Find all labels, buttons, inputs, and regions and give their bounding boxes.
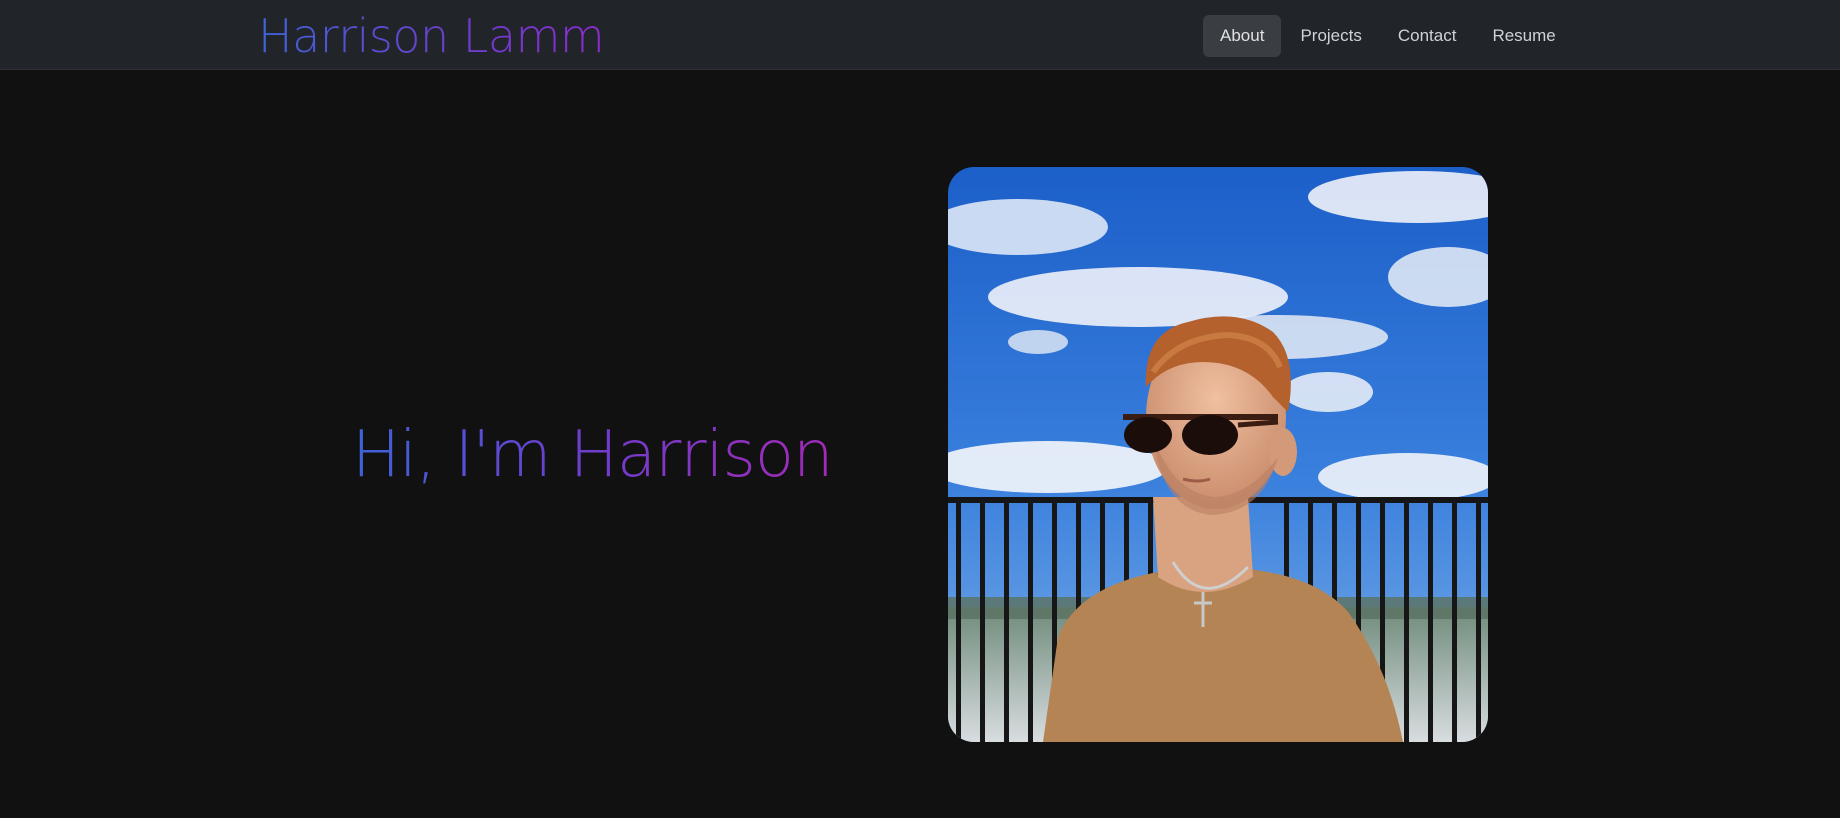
top-navbar: Harrison Lamm About Projects Contact Res… [0,0,1840,70]
nav-about-link[interactable]: About [1203,15,1282,57]
nav-resume-link[interactable]: Resume [1475,15,1572,57]
profile-photo [948,167,1488,742]
main-nav: About Projects Contact Resume [1203,15,1573,57]
hero-title: Hi, I'm Harrison [352,410,834,500]
nav-projects-link[interactable]: Projects [1283,15,1378,57]
brand-logo-text[interactable]: Harrison Lamm [258,8,605,64]
nav-contact-link[interactable]: Contact [1381,15,1474,57]
